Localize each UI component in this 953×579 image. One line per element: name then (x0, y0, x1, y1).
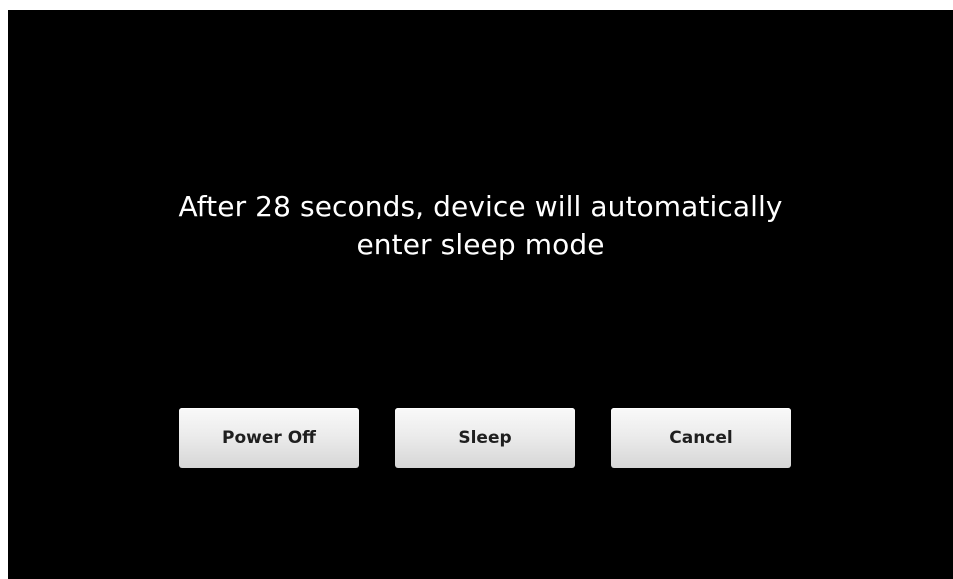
sleep-dialog-screen: After 28 seconds, device will automatica… (8, 10, 953, 579)
sleep-button[interactable]: Sleep (395, 408, 575, 468)
cancel-button[interactable]: Cancel (611, 408, 791, 468)
sleep-countdown-message: After 28 seconds, device will automatica… (8, 188, 953, 264)
message-line-1: After 28 seconds, device will automatica… (178, 190, 783, 223)
dialog-button-row: Power Off Sleep Cancel (8, 408, 953, 468)
power-off-button[interactable]: Power Off (179, 408, 359, 468)
message-line-2: enter sleep mode (356, 228, 605, 261)
